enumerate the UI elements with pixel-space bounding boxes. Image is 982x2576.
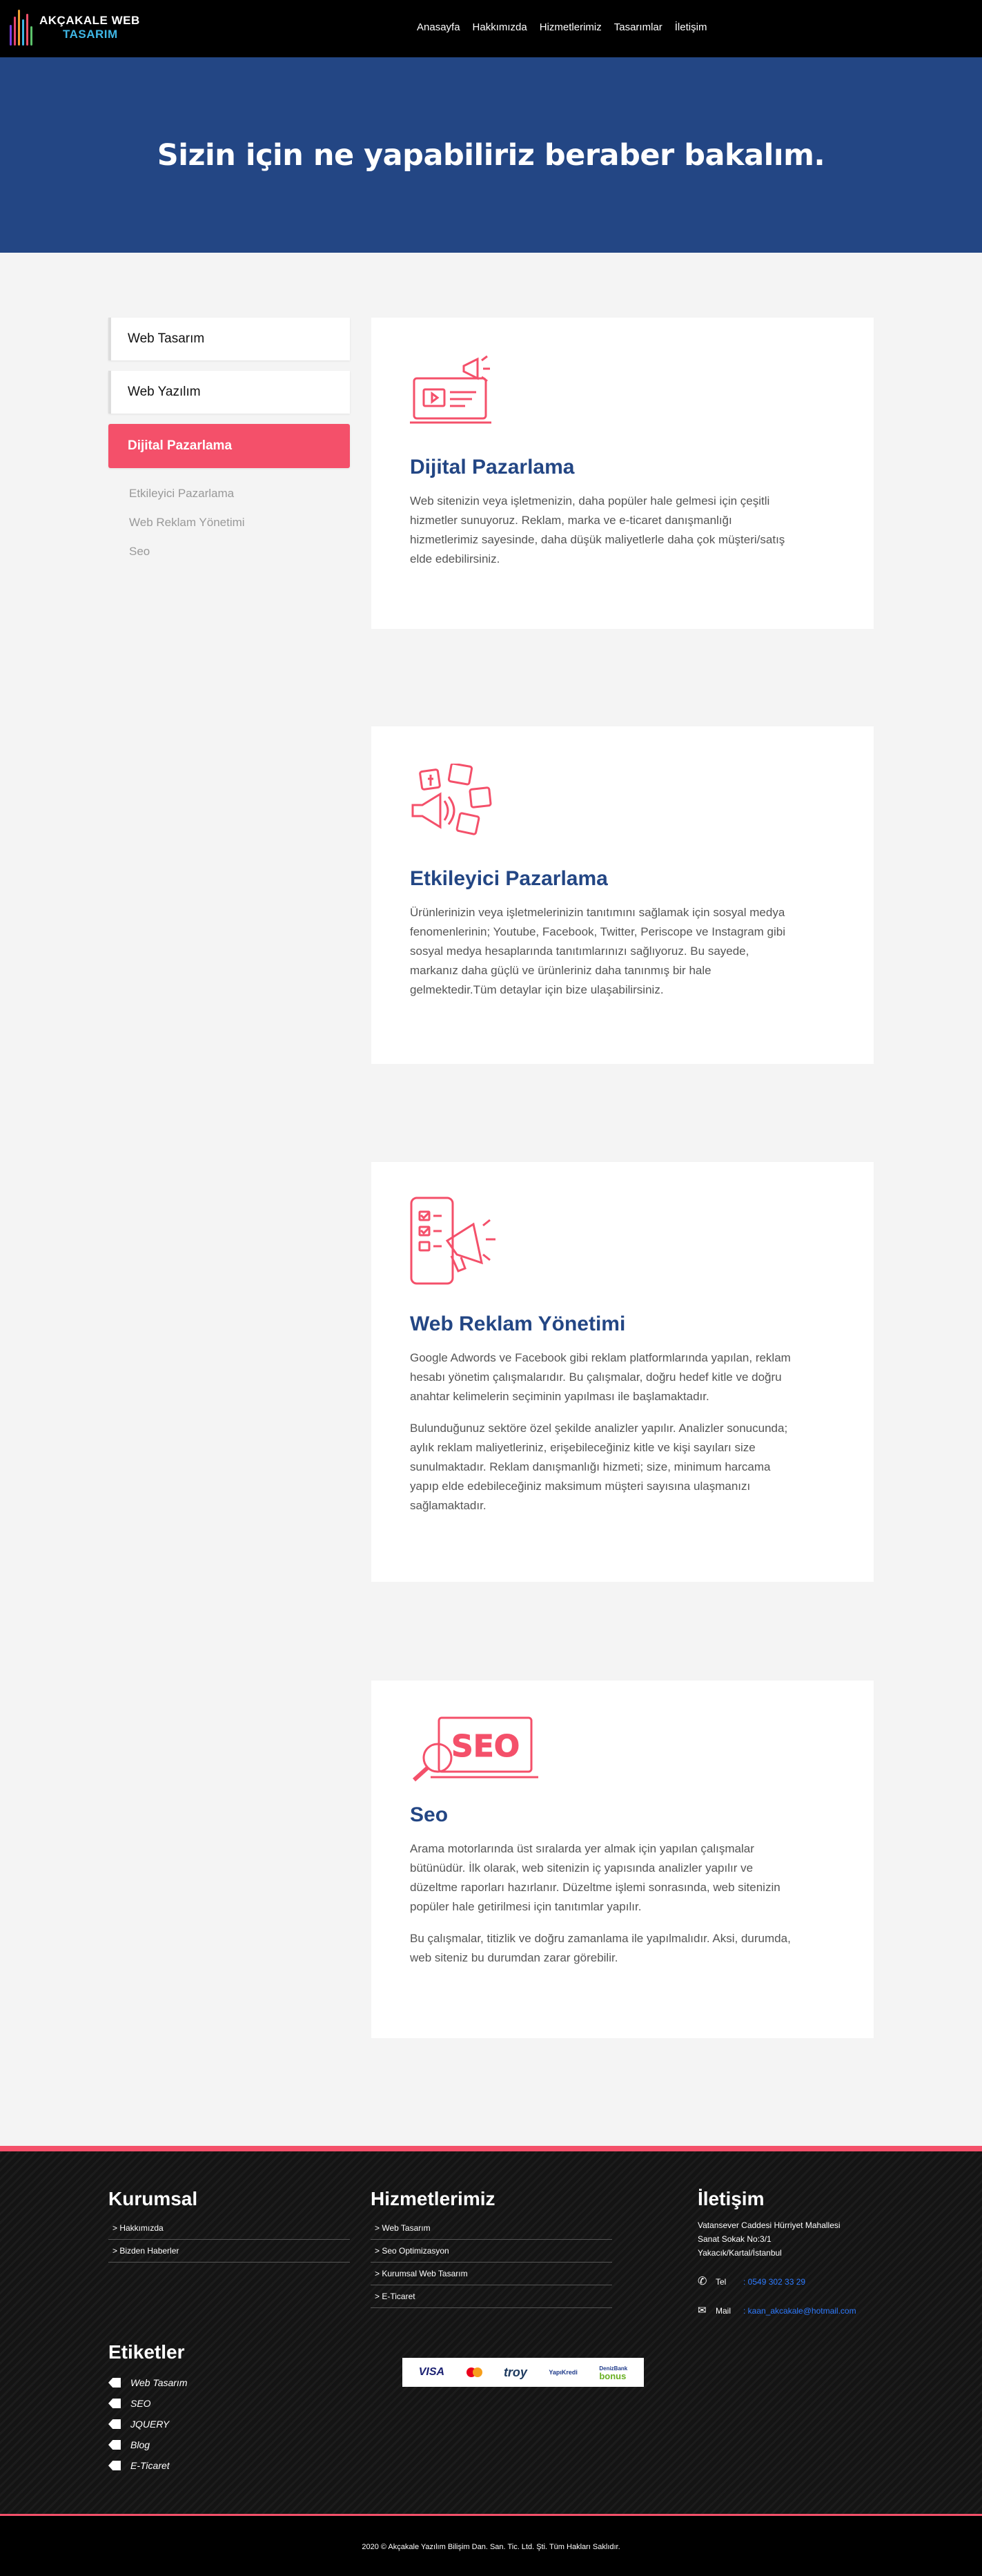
tag-icon: [108, 2399, 121, 2408]
nav-link-tasarimlar[interactable]: Tasarımlar: [614, 21, 662, 33]
tel-label: Tel: [716, 2277, 727, 2287]
tag-item[interactable]: Web Tasarım: [108, 2372, 187, 2393]
footer-link-hakkimizda[interactable]: > Hakkımızda: [108, 2217, 350, 2240]
service-card-seo: SEO Seo Arama motorlarında üst sıralarda…: [371, 1681, 874, 2038]
footer-hizmetler-list: > Web Tasarım > Seo Optimizasyon > Kurum…: [371, 2217, 612, 2308]
card-text: Bulunduğunuz sektöre özel şekilde analiz…: [410, 1422, 788, 1512]
footer-contact: Vatansever Caddesi Hürriyet Mahallesi Sa…: [698, 2218, 856, 2318]
footer-link-kurumsal-web-tasarim[interactable]: > Kurumsal Web Tasarım: [371, 2263, 612, 2285]
tel-link[interactable]: : 0549 302 33 29: [743, 2275, 805, 2289]
denizbank-bonus-logo: DenizBank bonus: [599, 2365, 628, 2381]
footer-kurumsal-title: Kurumsal: [108, 2188, 198, 2209]
footer-link-web-tasarim[interactable]: > Web Tasarım: [371, 2217, 612, 2240]
card-text: Bu çalışmalar, titizlik ve doğru zamanla…: [410, 1932, 791, 1964]
site-header: AKÇAKALE WEB TASARIM Anasayfa Hakkımızda…: [0, 0, 982, 57]
service-card-etkileyici-pazarlama: Etkileyici Pazarlama Ürünlerinizin veya …: [371, 726, 874, 1064]
troy-logo: troy: [503, 2365, 527, 2379]
tag-icon: [108, 2378, 121, 2388]
footer-link-e-ticaret[interactable]: > E-Ticaret: [371, 2285, 612, 2308]
sidebar-item-dijital-pazarlama[interactable]: Dijital Pazarlama: [108, 424, 350, 468]
logo[interactable]: AKÇAKALE WEB TASARIM: [10, 10, 140, 46]
sidebar-subitem-etkileyici-pazarlama[interactable]: Etkileyici Pazarlama: [129, 487, 350, 501]
tag-item[interactable]: Blog: [108, 2434, 187, 2455]
footer-link-seo-optimizasyon[interactable]: > Seo Optimizasyon: [371, 2240, 612, 2263]
card-title: Seo: [410, 1803, 449, 1826]
tag-item[interactable]: JQUERY: [108, 2414, 187, 2434]
sidebar-subitem-web-reklam-yonetimi[interactable]: Web Reklam Yönetimi: [129, 516, 350, 530]
social-media-icon: [410, 762, 497, 844]
sidebar-item-web-yazilim[interactable]: Web Yazılım: [108, 371, 350, 414]
seo-icon-text: SEO: [451, 1729, 520, 1764]
sidebar: Web Tasarım Web Yazılım Dijital Pazarlam…: [108, 318, 350, 574]
address-line: Sanat Sokak No:3/1: [698, 2234, 772, 2244]
card-text: Google Adwords ve Facebook gibi reklam p…: [410, 1351, 791, 1403]
tag-item[interactable]: E-Ticaret: [108, 2455, 187, 2476]
hero-title: Sizin için ne yapabiliriz beraber bakalı…: [157, 137, 825, 173]
nav-link-hizmetlerimiz[interactable]: Hizmetlerimiz: [540, 21, 602, 33]
contact-tel-row: ✆ Tel : 0549 302 33 29: [698, 2275, 856, 2289]
footer-kurumsal-list: > Hakkımızda > Bizden Haberler: [108, 2217, 350, 2263]
card-title: Etkileyici Pazarlama: [410, 867, 608, 890]
hero-banner: Sizin için ne yapabiliriz beraber bakalı…: [0, 57, 982, 253]
address-line: Vatansever Caddesi Hürriyet Mahallesi: [698, 2220, 841, 2230]
footer-iletisim-title: İletişim: [698, 2188, 765, 2209]
logo-title: AKÇAKALE WEB: [39, 14, 140, 27]
site-footer: Kurumsal > Hakkımızda > Bizden Haberler …: [0, 2146, 982, 2576]
logo-subtitle: TASARIM: [63, 28, 118, 41]
service-card-dijital-pazarlama: Dijital Pazarlama Web sitenizin veya işl…: [371, 318, 874, 629]
tag-icon: [108, 2461, 121, 2470]
footer-link-bizden-haberler[interactable]: > Bizden Haberler: [108, 2240, 350, 2263]
card-title: Web Reklam Yönetimi: [410, 1313, 626, 1335]
yapikredi-logo: YapıKredi: [549, 2369, 578, 2376]
visa-logo: VISA: [418, 2366, 445, 2378]
sidebar-item-web-tasarim[interactable]: Web Tasarım: [108, 318, 350, 360]
payment-logos: VISA troy YapıKredi DenizBank bonus: [402, 2358, 644, 2387]
card-text: Web sitenizin veya işletmenizin, daha po…: [410, 494, 785, 565]
main-nav: Anasayfa Hakkımızda Hizmetlerimiz Tasarı…: [417, 21, 707, 33]
tag-icon: [108, 2440, 121, 2450]
phone-megaphone-icon: [410, 1197, 497, 1291]
sidebar-submenu: Etkileyici Pazarlama Web Reklam Yönetimi…: [108, 478, 350, 559]
sidebar-subitem-seo[interactable]: Seo: [129, 545, 350, 559]
mail-link[interactable]: : kaan_akcakale@hotmail.com: [743, 2304, 856, 2318]
phone-icon: ✆: [698, 2276, 707, 2287]
mail-label: Mail: [716, 2306, 731, 2316]
nav-link-hakkimizda[interactable]: Hakkımızda: [473, 21, 527, 33]
footer-etiketler-title: Etiketler: [108, 2341, 185, 2363]
footer-hizmetler-title: Hizmetlerimiz: [371, 2188, 495, 2209]
contact-mail-row: ✉ Mail : kaan_akcakale@hotmail.com: [698, 2304, 856, 2318]
card-text: Ürünlerinizin veya işletmelerinizin tanı…: [410, 906, 786, 996]
address-line: Yakacık/Kartal/İstanbul: [698, 2248, 782, 2258]
copyright-text: 2020 © Akçakale Yazılım Bilişim Dan. San…: [0, 2516, 982, 2576]
card-title: Dijital Pazarlama: [410, 456, 575, 478]
seo-magnifier-icon: SEO: [410, 1715, 538, 1785]
service-card-web-reklam-yonetimi: Web Reklam Yönetimi Google Adwords ve Fa…: [371, 1162, 874, 1582]
tag-list: Web Tasarım SEO JQUERY Blog E-Ticaret: [108, 2372, 187, 2476]
laptop-megaphone-icon: [410, 351, 495, 430]
main-content: Web Tasarım Web Yazılım Dijital Pazarlam…: [0, 253, 982, 2146]
tag-icon: [108, 2419, 121, 2429]
tag-item[interactable]: SEO: [108, 2393, 187, 2414]
nav-link-iletisim[interactable]: İletişim: [675, 21, 707, 33]
logo-bars-icon: [10, 10, 32, 46]
nav-link-anasayfa[interactable]: Anasayfa: [417, 21, 460, 33]
mastercard-icon: [466, 2367, 482, 2377]
mail-icon: ✉: [698, 2305, 707, 2316]
card-text: Arama motorlarında üst sıralarda yer alm…: [410, 1842, 780, 1913]
